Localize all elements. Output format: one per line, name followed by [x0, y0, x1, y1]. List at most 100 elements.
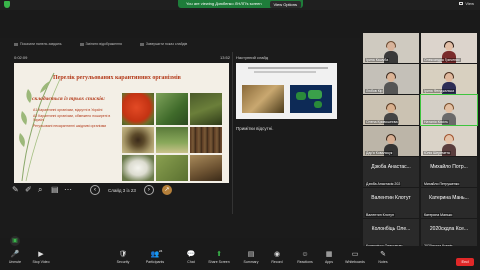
- pen-icon[interactable]: ✎: [12, 186, 20, 194]
- toolbar-button-label: Record: [271, 260, 283, 264]
- record-icon: ◉: [273, 251, 281, 258]
- next-slide-map: [290, 85, 332, 113]
- slide-bullet: Регульовані некарантинні шкідливі органі…: [33, 123, 107, 128]
- toolbar-button-label: Reactions: [297, 260, 313, 264]
- share-notice-text: You are viewing Дзюбенко ЛНЛП's screen: [186, 1, 262, 6]
- security-button[interactable]: 🛡 Security: [108, 251, 138, 264]
- participant-tile[interactable]: Ірина Фенджалька: [421, 64, 477, 94]
- microphone-icon: 🎤: [10, 251, 20, 258]
- participant-name: Ірина Фенджалька: [423, 89, 456, 93]
- participant-display-name: Валентин Клотут: [371, 195, 411, 201]
- view-options-button[interactable]: View Options: [269, 0, 301, 8]
- participant-tile[interactable]: Дар'я Ковальчук: [363, 126, 419, 156]
- speaker-notes: Примітки відсутні.: [236, 126, 274, 131]
- whiteboards-button[interactable]: ▭ Whiteboards: [340, 251, 370, 264]
- slide-bullets: А1 Карантинні організми, відсутні в Укра…: [33, 108, 118, 130]
- participants-button[interactable]: 👥 Participants 24: [140, 249, 170, 264]
- next-slide-subtitle-line: [254, 71, 316, 73]
- grid-icon: [459, 2, 464, 6]
- toolbar-button-label: Summary: [243, 260, 259, 264]
- participant-display-name: Дзюба Анастас...: [371, 164, 411, 170]
- display-settings-button[interactable]: Змінити відображення: [79, 42, 122, 46]
- photo-moth: [122, 155, 154, 181]
- summary-icon: ▤: [247, 251, 255, 258]
- participant-display-name: Катерина Мань...: [429, 195, 469, 201]
- notes-button[interactable]: ✎ Notes: [368, 251, 398, 264]
- participant-tile[interactable]: Колонбіць Оле...Колесніцук Олександр: [363, 219, 419, 249]
- photo-plant: [156, 127, 188, 153]
- toolbar-button-label: Apps: [325, 260, 333, 264]
- slide-bullet: А2 Карантинні організми, обмежено пошире…: [33, 113, 111, 123]
- end-meeting-button[interactable]: End: [456, 258, 474, 266]
- participant-display-name: Михайло Потр...: [430, 164, 468, 170]
- toolbar-button-label: Share Screen: [208, 260, 230, 264]
- shield-icon: 🛡: [118, 251, 128, 258]
- next-slide-photo: [242, 85, 284, 113]
- show-taskbar-button[interactable]: Показати панель завдань: [14, 42, 62, 46]
- slide-subtitle: складається із трьох списків:: [32, 96, 106, 102]
- end-slideshow-button[interactable]: Завершити показ слайдів: [139, 42, 187, 46]
- participant-name: Олександра Гриченко: [423, 58, 461, 62]
- pane-divider[interactable]: [232, 52, 233, 214]
- more-icon[interactable]: ⋯: [64, 186, 72, 194]
- previous-slide-button[interactable]: ‹: [90, 185, 100, 195]
- participant-name: Юлія Шеремета: [423, 151, 451, 155]
- participant-tile[interactable]: Валентин Клотут Валентин Клотун: [363, 188, 419, 218]
- laser-icon[interactable]: ✐: [25, 186, 33, 194]
- presentation-timer: 0:02:09: [14, 55, 28, 60]
- slide-navigation: ‹ Слайд 3 із 23 › ↗: [90, 185, 172, 195]
- toolbar-button-label: Whiteboards: [345, 260, 365, 264]
- display-icon: [79, 42, 84, 46]
- share-screen-button[interactable]: ⬆ Share Screen: [204, 251, 234, 264]
- pointer-button[interactable]: ↗: [161, 185, 172, 195]
- participant-tile[interactable]: Наталія Кисіль: [420, 94, 478, 126]
- toolbar-button-label: Stop Video: [32, 260, 50, 264]
- end-show-icon: [139, 42, 144, 46]
- view-button[interactable]: View: [459, 1, 474, 6]
- toolbar-button-label: Unmute: [8, 260, 22, 264]
- shared-screen-indicator-icon[interactable]: ▣: [10, 236, 20, 246]
- participant-name: Любов Кір: [365, 89, 384, 93]
- participant-name: Олена Кривошеєва: [365, 120, 399, 124]
- participant-tile[interactable]: Катерина Мань... Катерина Манько: [421, 188, 477, 218]
- participant-tile[interactable]: Ірина Кашуба: [363, 33, 419, 63]
- slide-counter: Слайд 3 із 23: [108, 187, 136, 193]
- participant-name: Валентин Клотун: [365, 213, 395, 217]
- participant-name: Катерина Манько: [423, 213, 454, 217]
- participant-tile[interactable]: Олександра Гриченко: [421, 33, 477, 63]
- participants-count: 24: [159, 249, 163, 253]
- participant-name: Ірина Кашуба: [365, 58, 390, 62]
- participant-tile[interactable]: 2020скдла Ксе...2020скдла Ксенія: [421, 219, 477, 249]
- photo-dry-plant: [190, 155, 222, 181]
- record-button[interactable]: ◉ Record: [262, 251, 292, 264]
- participant-tile[interactable]: Юлія Шеремета: [421, 126, 477, 156]
- participant-name: Наталія Кисіль: [423, 120, 449, 124]
- screen-share-banner: You are viewing Дзюбенко ЛНЛП's screen V…: [178, 0, 303, 8]
- participant-tile[interactable]: Дзюба Анастас... Дзюба Анастасія 202: [363, 157, 419, 187]
- presenter-tools: ✎ ✐ ⌕ ▤ ⋯: [12, 186, 72, 194]
- photo-insect-leaf: [156, 93, 188, 125]
- participant-name: Михайло Петрушенко: [423, 182, 461, 186]
- next-slide-button[interactable]: ›: [143, 185, 154, 195]
- shield-icon[interactable]: [4, 1, 10, 8]
- taskbar-icon: [14, 42, 18, 46]
- chat-button[interactable]: 💬 Chat: [176, 251, 206, 264]
- slide-title: Перелік регульованих карантинних організ…: [53, 75, 181, 81]
- participant-tile[interactable]: Михайло Потр... Михайло Петрушенко: [421, 157, 477, 187]
- photo-tomato: [122, 93, 154, 125]
- toolbar-button-label: Security: [116, 260, 130, 264]
- photo-fungus: [190, 93, 222, 125]
- next-slide-preview[interactable]: [236, 63, 337, 119]
- chat-icon: 💬: [186, 251, 196, 258]
- participant-tile[interactable]: Олена Кривошеєва: [363, 95, 419, 125]
- slides-grid-icon[interactable]: ▤: [51, 186, 59, 194]
- toolbar-button-label: Participants: [145, 260, 165, 264]
- participant-tile[interactable]: Любов Кір: [363, 64, 419, 94]
- presentation-clock: 13:52: [220, 55, 231, 60]
- photo-bark: [190, 127, 222, 153]
- participant-name: Дар'я Ковальчук: [365, 151, 394, 155]
- stop-video-button[interactable]: ▶ Stop Video: [26, 251, 56, 264]
- apps-icon: ▦: [325, 251, 333, 258]
- toolbar-button-label: Chat: [187, 260, 195, 264]
- search-icon[interactable]: ⌕: [38, 186, 46, 194]
